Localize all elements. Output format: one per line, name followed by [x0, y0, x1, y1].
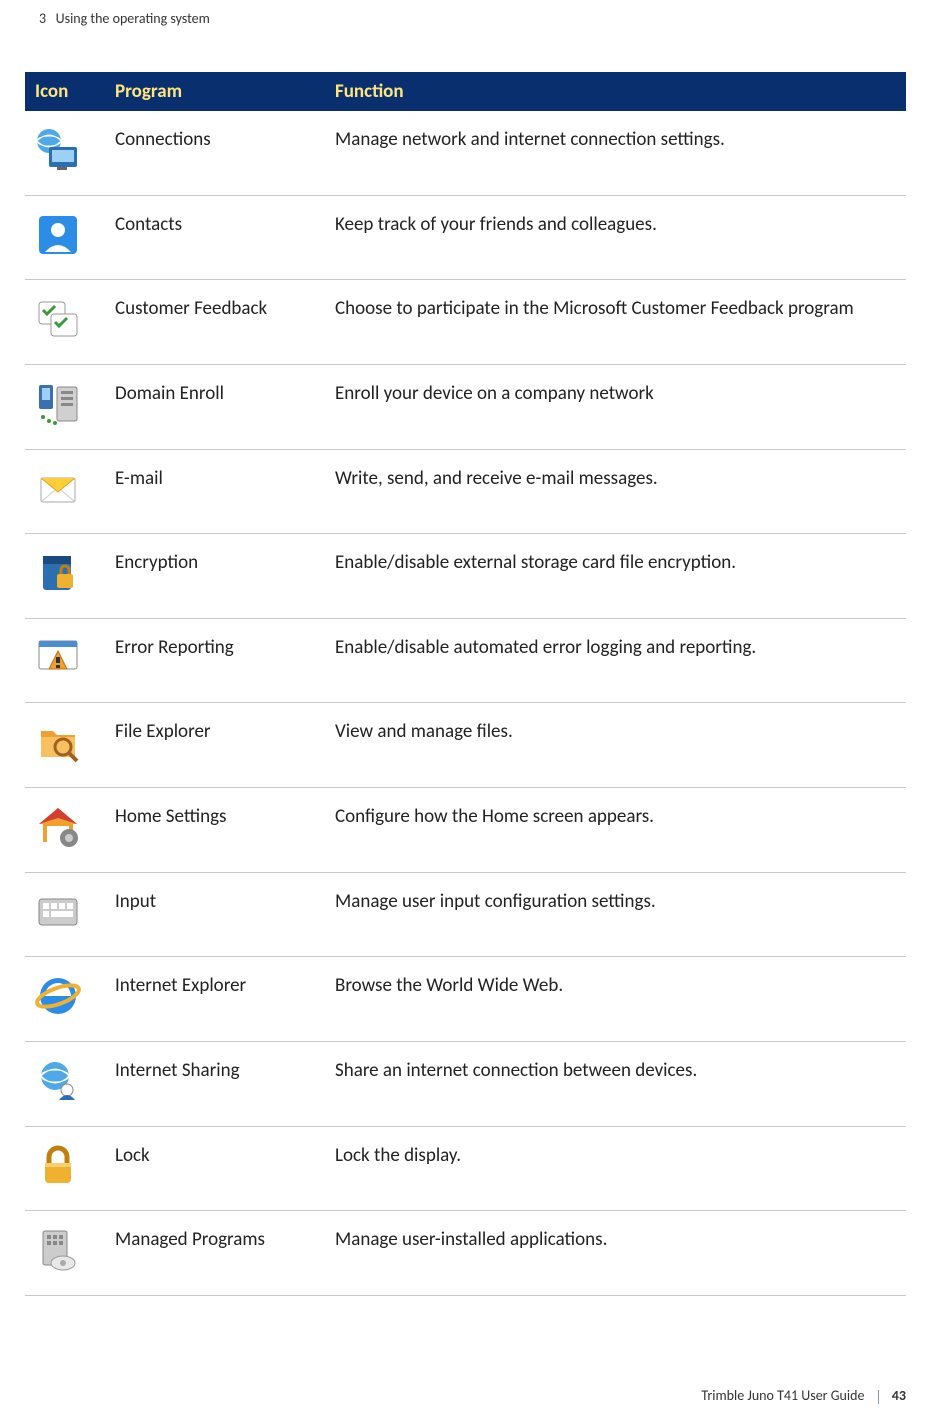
icon-cell [25, 957, 105, 1042]
table-row: Domain EnrollEnroll your device on a com… [25, 364, 906, 449]
function-cell: Write, send, and receive e-mail messages… [325, 449, 906, 534]
email-icon [35, 466, 81, 512]
function-cell: Manage user-installed applications. [325, 1211, 906, 1296]
function-cell: Share an internet connection between dev… [325, 1042, 906, 1127]
table-row: Home SettingsConfigure how the Home scre… [25, 788, 906, 873]
page-footer: Trimble Juno T41 User Guide 43 [701, 1387, 906, 1404]
chapter-number: 3 [39, 10, 46, 27]
program-cell: Managed Programs [105, 1211, 325, 1296]
program-cell: Connections [105, 111, 325, 195]
page-header: 3 Using the operating system [25, 10, 906, 27]
program-cell: Domain Enroll [105, 364, 325, 449]
internet-explorer-icon [35, 973, 81, 1019]
icon-cell [25, 534, 105, 619]
managed-programs-icon [35, 1227, 81, 1273]
error-reporting-icon [35, 635, 81, 681]
col-header-function: Function [325, 72, 906, 111]
table-row: Internet SharingShare an internet connec… [25, 1042, 906, 1127]
program-cell: File Explorer [105, 703, 325, 788]
icon-cell [25, 618, 105, 703]
table-row: E-mailWrite, send, and receive e-mail me… [25, 449, 906, 534]
domain-enroll-icon [35, 381, 81, 427]
table-row: Customer FeedbackChoose to participate i… [25, 280, 906, 365]
icon-cell [25, 872, 105, 957]
home-settings-icon [35, 804, 81, 850]
table-row: ContactsKeep track of your friends and c… [25, 195, 906, 280]
icon-cell [25, 449, 105, 534]
table-row: Internet ExplorerBrowse the World Wide W… [25, 957, 906, 1042]
function-cell: Manage user input configuration settings… [325, 872, 906, 957]
icon-cell [25, 1126, 105, 1211]
program-cell: Customer Feedback [105, 280, 325, 365]
icon-cell [25, 788, 105, 873]
table-row: LockLock the display. [25, 1126, 906, 1211]
program-cell: Internet Explorer [105, 957, 325, 1042]
icon-cell [25, 1042, 105, 1127]
file-explorer-icon [35, 719, 81, 765]
chapter-title: Using the operating system [56, 10, 210, 27]
page-number: 43 [892, 1387, 906, 1404]
table-row: EncryptionEnable/disable external storag… [25, 534, 906, 619]
connections-icon [35, 127, 81, 173]
program-cell: Error Reporting [105, 618, 325, 703]
icon-cell [25, 111, 105, 195]
function-cell: Lock the display. [325, 1126, 906, 1211]
function-cell: Browse the World Wide Web. [325, 957, 906, 1042]
table-row: Error ReportingEnable/disable automated … [25, 618, 906, 703]
program-cell: Lock [105, 1126, 325, 1211]
encryption-icon [35, 550, 81, 596]
function-cell: Choose to participate in the Microsoft C… [325, 280, 906, 365]
function-cell: Keep track of your friends and colleague… [325, 195, 906, 280]
program-cell: E-mail [105, 449, 325, 534]
internet-sharing-icon [35, 1058, 81, 1104]
icon-cell [25, 703, 105, 788]
table-row: InputManage user input configuration set… [25, 872, 906, 957]
function-cell: Manage network and internet connection s… [325, 111, 906, 195]
input-icon [35, 889, 81, 935]
table-row: Managed ProgramsManage user-installed ap… [25, 1211, 906, 1296]
footer-guide-title: Trimble Juno T41 User Guide [701, 1387, 864, 1404]
function-cell: Configure how the Home screen appears. [325, 788, 906, 873]
icon-cell [25, 364, 105, 449]
programs-table: Icon Program Function ConnectionsManage … [25, 72, 906, 1296]
program-cell: Home Settings [105, 788, 325, 873]
program-cell: Encryption [105, 534, 325, 619]
lock-icon [35, 1143, 81, 1189]
program-cell: Contacts [105, 195, 325, 280]
table-row: ConnectionsManage network and internet c… [25, 111, 906, 195]
program-cell: Input [105, 872, 325, 957]
function-cell: Enable/disable external storage card fil… [325, 534, 906, 619]
col-header-icon: Icon [25, 72, 105, 111]
table-row: File ExplorerView and manage files. [25, 703, 906, 788]
icon-cell [25, 1211, 105, 1296]
icon-cell [25, 195, 105, 280]
function-cell: Enroll your device on a company network [325, 364, 906, 449]
customer-feedback-icon [35, 296, 81, 342]
function-cell: Enable/disable automated error logging a… [325, 618, 906, 703]
program-cell: Internet Sharing [105, 1042, 325, 1127]
contacts-icon [35, 212, 81, 258]
col-header-program: Program [105, 72, 325, 111]
function-cell: View and manage files. [325, 703, 906, 788]
icon-cell [25, 280, 105, 365]
